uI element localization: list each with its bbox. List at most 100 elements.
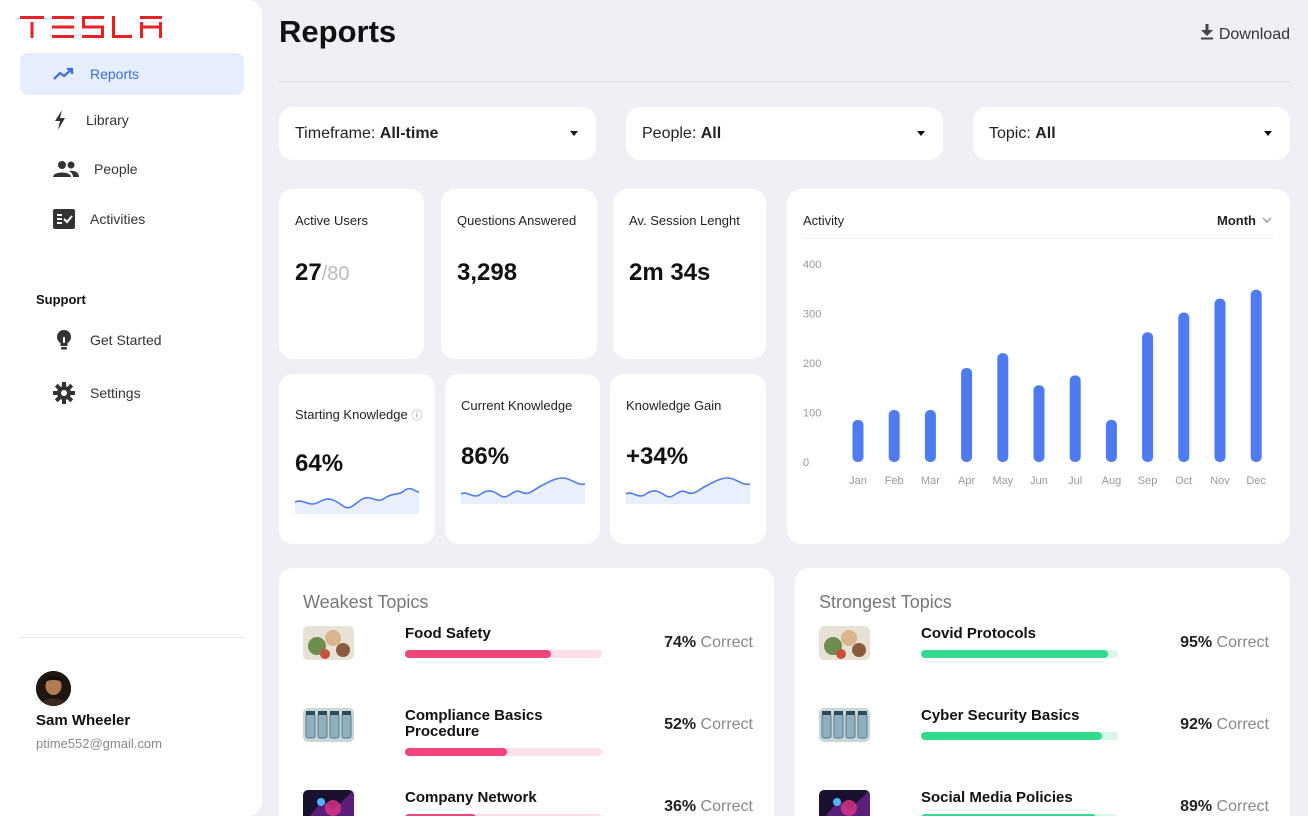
topic-row[interactable]: Compliance Basics Procedure 52% Correct [303, 708, 753, 758]
sidebar-item-label: People [94, 161, 138, 177]
timeframe-filter[interactable]: Timeframe: All-time [279, 107, 596, 160]
session-length-card: Av. Session Lenght 2m 34s [613, 189, 766, 359]
topic-row[interactable]: Covid Protocols 95% Correct [819, 626, 1269, 676]
card-value: 27/80 [295, 259, 350, 286]
active-users-total: /80 [321, 263, 350, 285]
avatar[interactable] [36, 671, 71, 706]
activity-bar[interactable] [1250, 289, 1262, 462]
questions-answered-card: Questions Answered 3,298 [441, 189, 597, 359]
activity-bar[interactable] [1178, 312, 1190, 462]
sidebar-item-library[interactable]: Library [20, 99, 244, 141]
activity-bar[interactable] [1069, 375, 1081, 462]
topic-row[interactable]: Food Safety 74% Correct [303, 626, 753, 676]
topic-percent: 92% [1180, 716, 1213, 733]
activity-bar[interactable] [1214, 298, 1226, 462]
topic-percent: 95% [1180, 634, 1213, 651]
vials-thumbnail [819, 708, 870, 742]
topic-suffix: Correct [700, 716, 753, 733]
topic-suffix: Correct [1216, 716, 1269, 733]
card-value: 2m 34s [629, 259, 711, 286]
support-section-title: Support [36, 292, 86, 307]
x-tick-label: Aug [1102, 475, 1122, 487]
network-thumbnail [819, 790, 870, 816]
x-tick-label: Mar [921, 475, 940, 487]
card-label: Av. Session Lenght [629, 213, 740, 228]
sidebar-item-people[interactable]: People [20, 148, 244, 190]
x-tick-label: Jan [849, 475, 867, 487]
activity-bar[interactable] [1142, 332, 1154, 462]
topic-row[interactable]: Cyber Security Basics 92% Correct [819, 708, 1269, 758]
card-label: Starting Knowledge ⓘ [295, 407, 423, 422]
card-label: Knowledge Gain [626, 398, 722, 413]
sidebar-item-label: Reports [90, 66, 140, 82]
gear-icon [52, 381, 76, 405]
y-tick-label: 200 [803, 358, 821, 370]
sidebar-item-reports[interactable]: Reports [20, 53, 244, 95]
activity-bar[interactable] [997, 353, 1009, 462]
sidebar-item-settings[interactable]: Settings [20, 372, 244, 414]
activity-bar[interactable] [1105, 419, 1117, 462]
topic-name: Food Safety [405, 625, 491, 642]
sidebar-item-label: Library [86, 112, 129, 128]
starting-knowledge-card: Starting Knowledge ⓘ 64% [279, 374, 435, 544]
activity-bar[interactable] [888, 410, 900, 462]
card-label: Current Knowledge [461, 398, 573, 413]
topic-row[interactable]: Social Media Policies 89% Correct [819, 790, 1269, 816]
topic-row[interactable]: Company Network 36% Correct [303, 790, 753, 816]
sidebar-item-label: Settings [90, 385, 141, 401]
people-filter[interactable]: People: All [626, 107, 943, 160]
progress-track [405, 650, 602, 658]
activity-bar[interactable] [1033, 385, 1045, 462]
y-tick-label: 100 [803, 408, 821, 420]
sidebar-item-label: Activities [90, 211, 146, 227]
header-divider [279, 81, 1290, 82]
topic-percent: 89% [1180, 798, 1213, 815]
progress-track [921, 732, 1118, 740]
topic-score: 95% Correct [1180, 634, 1269, 652]
activity-bar[interactable] [961, 367, 973, 462]
current-knowledge-card: Current Knowledge 86% [445, 374, 600, 544]
topic-name: Company Network [405, 789, 537, 806]
page-title: Reports [279, 14, 397, 49]
x-tick-label: Apr [958, 475, 975, 487]
active-users-card: Active Users 27/80 [279, 189, 424, 359]
topic-score: 89% Correct [1180, 798, 1269, 816]
y-tick-label: 300 [803, 309, 821, 321]
download-button[interactable]: Download [1200, 24, 1290, 45]
activity-divider [803, 238, 1274, 239]
filter-text: Topic: All [989, 124, 1056, 142]
lightbulb-icon [52, 328, 76, 352]
activity-bar[interactable] [924, 410, 936, 462]
topic-name: Compliance Basics Procedure [405, 707, 543, 740]
sidebar-divider [20, 637, 244, 638]
lightning-icon [48, 108, 72, 132]
topic-percent: 36% [664, 798, 697, 815]
caret-down-icon [1264, 131, 1272, 136]
sidebar-item-activities[interactable]: Activities [20, 198, 244, 240]
user-email: ptime552@gmail.com [36, 736, 162, 751]
card-value: 64% [295, 450, 344, 477]
topic-suffix: Correct [700, 634, 753, 651]
x-tick-label: Jul [1068, 475, 1082, 487]
tesla-logo[interactable] [20, 16, 162, 43]
topic-filter[interactable]: Topic: All [973, 107, 1290, 160]
sparkline [626, 477, 750, 504]
x-tick-label: Oct [1175, 475, 1192, 487]
user-name: Sam Wheeler [36, 712, 131, 729]
x-tick-label: Feb [885, 475, 904, 487]
period-select[interactable]: Month [1217, 213, 1272, 228]
progress-fill [405, 748, 508, 756]
people-icon [52, 157, 80, 181]
topic-percent: 52% [664, 716, 697, 733]
checklist-icon [52, 207, 76, 231]
info-icon[interactable]: ⓘ [411, 410, 422, 422]
download-icon [1200, 24, 1214, 45]
activity-card: Activity Month 400 300 200 100 0 Jan Feb Mar Apr… [787, 189, 1290, 544]
x-tick-label: May [992, 475, 1013, 487]
activity-bar[interactable] [852, 419, 864, 462]
sidebar-item-get-started[interactable]: Get Started [20, 319, 244, 361]
y-tick-label: 0 [803, 457, 809, 469]
sparkline [461, 477, 585, 504]
sidebar-item-label: Get Started [90, 332, 162, 348]
activity-bar-chart: 400 300 200 100 0 Jan Feb Mar Apr May Jun Jul Aug Sep… [803, 259, 1266, 487]
